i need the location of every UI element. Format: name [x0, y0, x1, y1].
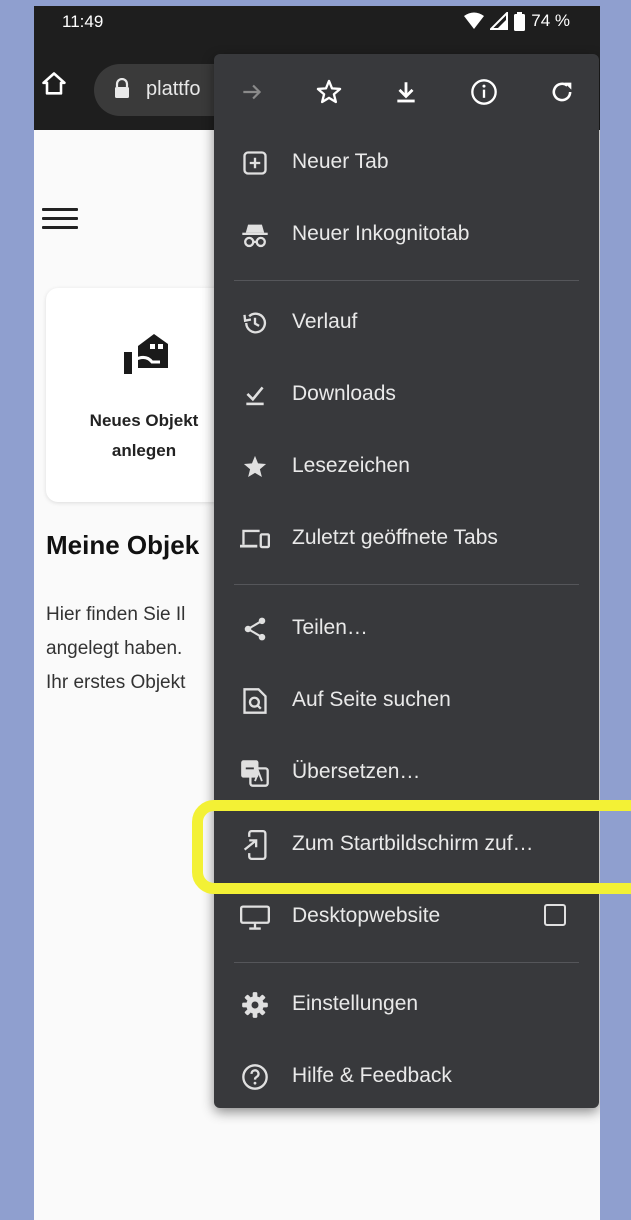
menu-divider: [234, 584, 579, 585]
refresh-icon: [552, 82, 572, 102]
incognito-icon: [238, 218, 272, 252]
page-info-button[interactable]: [464, 72, 504, 112]
settings-gear-icon: [238, 988, 272, 1022]
bookmark-star-icon: [238, 450, 272, 484]
menu-item-history[interactable]: Verlauf: [214, 290, 599, 354]
download-icon: [397, 82, 415, 103]
star-icon: [316, 79, 342, 104]
find-in-page-icon: [238, 684, 272, 718]
browser-overflow-menu: Neuer Tab Neuer Inkognitotab Verlauf Dow…: [214, 54, 599, 1108]
menu-toolbar: [214, 54, 599, 130]
highlight-annotation: [192, 800, 631, 894]
section-text: Hier finden Sie Il angelegt haben. Ihr e…: [46, 604, 186, 693]
menu-item-incognito[interactable]: Neuer Inkognitotab: [214, 202, 599, 266]
battery-percent: 74 %: [531, 11, 570, 30]
menu-item-translate[interactable]: Übersetzen…: [214, 740, 599, 804]
reload-button[interactable]: [542, 72, 582, 112]
menu-item-new-tab[interactable]: Neuer Tab: [214, 130, 599, 194]
translate-icon: [238, 756, 272, 790]
menu-item-bookmarks[interactable]: Lesezeichen: [214, 434, 599, 498]
menu-divider: [234, 962, 579, 963]
status-time: 11:49: [62, 12, 104, 31]
signal-icon: [490, 12, 509, 30]
forward-icon: [243, 84, 262, 100]
battery-icon: [514, 11, 526, 31]
desktop-icon: [238, 900, 272, 934]
help-icon: [238, 1060, 272, 1094]
home-button[interactable]: [40, 70, 80, 110]
info-icon: [471, 79, 497, 105]
status-bar: 11:49 74 %: [34, 6, 600, 50]
phone-screen: 11:49 74 % plattfo Neues Objekt anlegen …: [34, 6, 600, 1220]
menu-item-settings[interactable]: Einstellungen: [214, 972, 599, 1036]
menu-item-downloads[interactable]: Downloads: [214, 362, 599, 426]
section-title: Meine Objek: [46, 530, 200, 560]
devices-icon: [238, 522, 272, 556]
new-object-label: Neues Objekt anlegen: [89, 411, 199, 460]
menu-item-find-in-page[interactable]: Auf Seite suchen: [214, 668, 599, 732]
desktop-site-checkbox[interactable]: [544, 904, 566, 926]
building-hand-icon: [124, 334, 168, 374]
menu-item-recent-tabs[interactable]: Zuletzt geöffnete Tabs: [214, 506, 599, 570]
download-page-button[interactable]: [386, 72, 426, 112]
menu-item-help[interactable]: Hilfe & Feedback: [214, 1044, 599, 1108]
history-icon: [238, 306, 272, 340]
menu-item-share[interactable]: Teilen…: [214, 596, 599, 660]
url-text: plattfo: [146, 78, 201, 100]
home-icon: [42, 72, 66, 95]
new-tab-icon: [238, 146, 272, 180]
wifi-icon: [464, 12, 485, 29]
share-icon: [238, 612, 272, 646]
lock-icon: [115, 78, 129, 98]
bookmark-button[interactable]: [309, 72, 349, 112]
downloads-icon: [238, 378, 272, 412]
forward-button[interactable]: [232, 72, 272, 112]
menu-divider: [234, 280, 579, 281]
status-icons: 74 %: [464, 11, 570, 31]
hamburger-menu-icon[interactable]: [42, 208, 78, 232]
